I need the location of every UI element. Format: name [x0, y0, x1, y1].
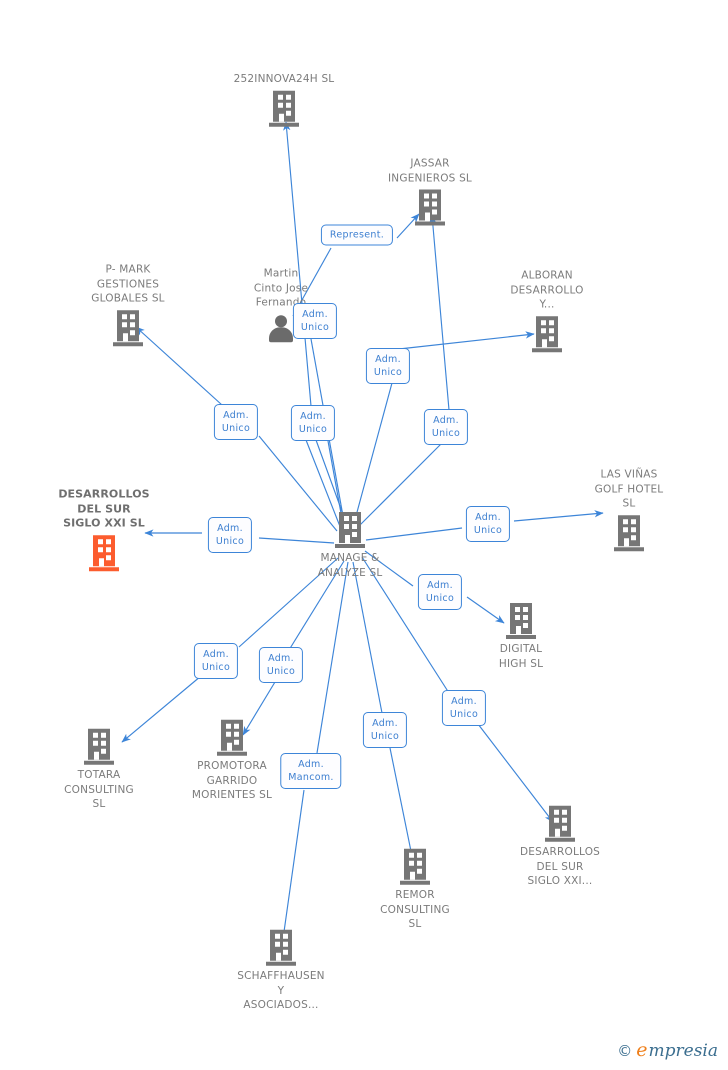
node-p-mark-gestiones-globales-sl[interactable]: P- MARK GESTIONES GLOBALES SL	[68, 262, 188, 346]
node-label: DESARROLLOS DEL SUR SIGLO XXI SL	[58, 487, 150, 530]
relation-badge-adm-unico-alboran[interactable]: Adm. Unico	[365, 348, 411, 384]
node-label: LAS VIÑAS GOLF HOTEL SL	[594, 468, 664, 510]
node-manage-analyze-sl[interactable]: MANAGE & ANALYZE SL	[290, 512, 410, 580]
node-alboran-desarrollo[interactable]: ALBORAN DESARROLLO Y...	[487, 268, 607, 352]
building-icon	[532, 315, 562, 352]
node-label: REMOR CONSULTING SL	[380, 888, 450, 930]
node-label: TOTARA CONSULTING SL	[64, 768, 134, 810]
building-icon	[84, 728, 114, 765]
relation-badge-adm-unico-jassar[interactable]: Adm. Unico	[423, 409, 469, 445]
building-icon	[269, 90, 299, 127]
node-label: DIGITAL HIGH SL	[498, 643, 544, 670]
node-label: 252INNOVA24H SL	[233, 72, 335, 85]
node-label: DESARROLLOS DEL SUR SIGLO XXI...	[519, 845, 601, 887]
brand-name: mpresia	[648, 1041, 719, 1061]
relation-badge-adm-unico-digital[interactable]: Adm. Unico	[417, 574, 463, 610]
node-label: MANAGE & ANALYZE SL	[317, 552, 383, 579]
building-icon	[266, 929, 296, 966]
node-schaffhausen-y-asociados[interactable]: SCHAFFHAUSEN Y ASOCIADOS...	[221, 929, 341, 1013]
node-desarrollos-del-sur-siglo-xxi-related[interactable]: DESARROLLOS DEL SUR SIGLO XXI...	[500, 805, 620, 889]
empresia-watermark: © e mpresia	[617, 1039, 719, 1061]
node-promotora-garrido-morientes-sl[interactable]: PROMOTORA GARRIDO MORIENTES SL	[172, 719, 292, 803]
relation-badge-adm-unico-promotora[interactable]: Adm. Unico	[258, 647, 304, 683]
relationship-graph-canvas: 252INNOVA24H SL JASSAR INGENIEROS SL P- …	[0, 0, 728, 1070]
building-icon	[335, 512, 365, 548]
relation-badge-adm-unico-desarrollos2[interactable]: Adm. Unico	[441, 690, 487, 726]
relation-badge-adm-unico-totara[interactable]: Adm. Unico	[193, 643, 239, 679]
building-icon	[415, 189, 445, 226]
person-icon	[268, 314, 294, 344]
node-label: JASSAR INGENIEROS SL	[388, 157, 472, 185]
node-jassar-ingenieros-sl[interactable]: JASSAR INGENIEROS SL	[370, 157, 490, 226]
building-icon	[614, 514, 644, 551]
building-icon	[217, 719, 247, 756]
relation-badge-represent[interactable]: Represent.	[320, 224, 394, 246]
relation-badge-adm-unico-remor[interactable]: Adm. Unico	[362, 712, 408, 748]
relation-badge-adm-mancom-schaffhausen[interactable]: Adm. Mancom.	[280, 753, 342, 789]
node-label: ALBORAN DESARROLLO Y...	[510, 269, 584, 311]
node-las-vinas-golf-hotel-sl[interactable]: LAS VIÑAS GOLF HOTEL SL	[569, 467, 689, 551]
node-digital-high-sl[interactable]: DIGITAL HIGH SL	[461, 603, 581, 671]
node-remor-consulting-sl[interactable]: REMOR CONSULTING SL	[355, 848, 475, 932]
building-icon	[400, 848, 430, 885]
copyright-symbol: ©	[617, 1042, 633, 1060]
node-totara-consulting-sl[interactable]: TOTARA CONSULTING SL	[39, 728, 159, 812]
relation-badge-adm-unico-desarrollos-highlight[interactable]: Adm. Unico	[207, 517, 253, 553]
node-desarrollos-del-sur-siglo-xxi-sl-highlighted[interactable]: DESARROLLOS DEL SUR SIGLO XXI SL	[44, 487, 164, 571]
building-icon	[89, 534, 119, 571]
node-label: PROMOTORA GARRIDO MORIENTES SL	[191, 759, 273, 801]
building-icon	[545, 805, 575, 842]
node-label: SCHAFFHAUSEN Y ASOCIADOS...	[237, 969, 325, 1011]
relation-badge-adm-unico-martin[interactable]: Adm. Unico	[292, 303, 338, 339]
relation-badge-adm-unico-lasvinas[interactable]: Adm. Unico	[465, 506, 511, 542]
relation-badge-adm-unico-pmark[interactable]: Adm. Unico	[213, 404, 259, 440]
building-icon	[506, 603, 536, 639]
building-icon	[113, 309, 143, 346]
node-252innova24h-sl[interactable]: 252INNOVA24H SL	[224, 72, 344, 127]
node-label: P- MARK GESTIONES GLOBALES SL	[91, 263, 165, 305]
relation-badge-adm-unico-innova[interactable]: Adm. Unico	[290, 405, 336, 441]
brand-initial: e	[636, 1039, 648, 1061]
